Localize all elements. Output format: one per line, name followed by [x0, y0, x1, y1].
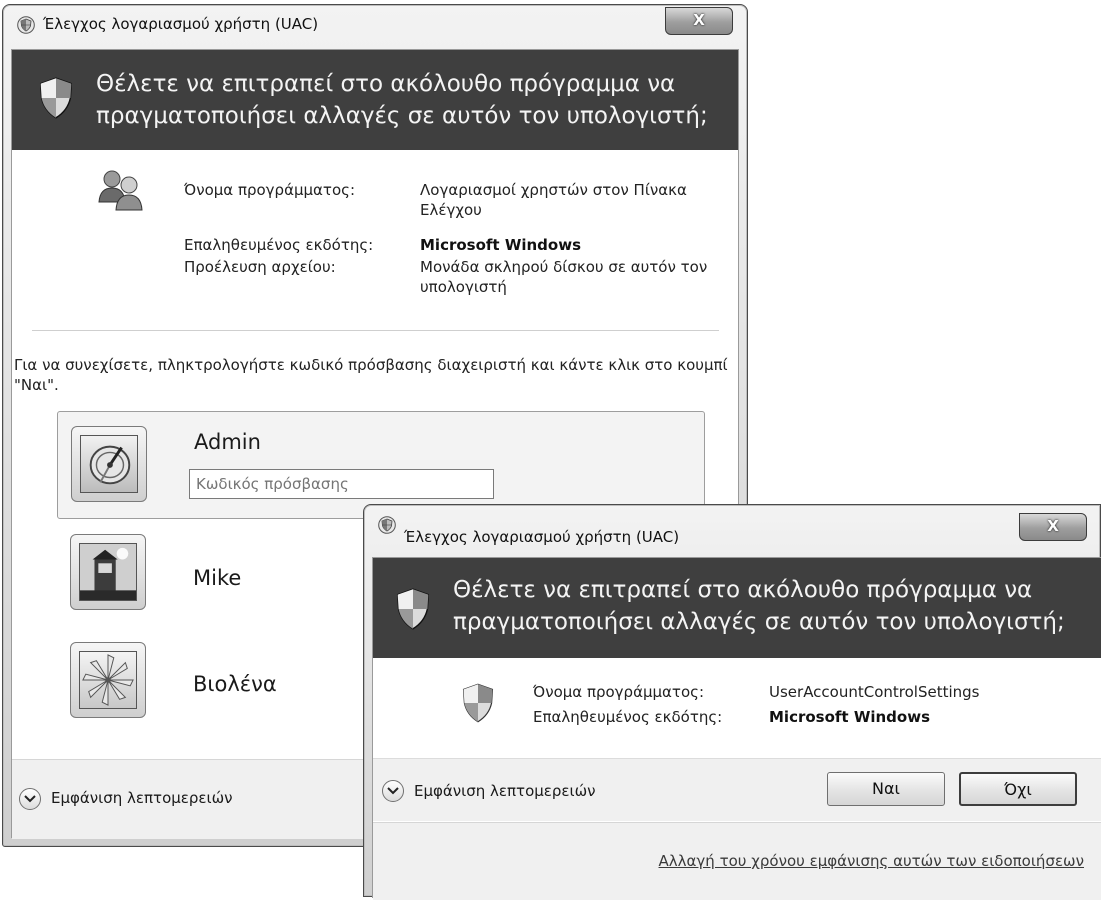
user-name: Mike [193, 566, 242, 590]
program-name-label: Όνομα προγράμματος: [533, 683, 704, 701]
chevron-down-icon[interactable] [19, 788, 41, 810]
avatar [70, 642, 146, 718]
title-bar[interactable]: Έλεγχος λογαριασμού χρήστη (UAC) X [364, 505, 1100, 546]
publisher-label: Επαληθευμένος εκδότης: [533, 708, 723, 726]
close-button[interactable]: X [665, 7, 733, 35]
user-accounts-icon [98, 170, 143, 211]
program-name-value: UserAccountControlSettings [769, 683, 980, 701]
uac-shield-icon [39, 77, 73, 119]
question-header: Θέλετε να επιτραπεί στο ακόλουθο πρόγραμ… [373, 558, 1101, 658]
uac-dialog-front: Έλεγχος λογαριασμού χρήστη (UAC) X Θέλετ… [363, 504, 1101, 900]
avatar [71, 426, 147, 502]
origin-label: Προέλευση αρχείου: [184, 258, 336, 276]
title-bar[interactable]: Έλεγχος λογαριασμού χρήστη (UAC) X [3, 5, 747, 45]
publisher-label: Επαληθευμένος εκδότης: [184, 236, 374, 254]
user-name: Βιολένα [193, 672, 277, 696]
link-area: Αλλαγή του χρόνου εμφάνισης αυτών των ει… [373, 822, 1101, 900]
close-button[interactable]: X [1019, 513, 1087, 541]
publisher-value: Microsoft Windows [420, 236, 582, 254]
dialog-client-area: Θέλετε να επιτραπεί στο ακόλουθο πρόγραμ… [372, 557, 1101, 900]
divider [32, 330, 719, 331]
question-text: Θέλετε να επιτραπεί στο ακόλουθο πρόγραμ… [96, 71, 708, 129]
button-area: Εμφάνιση λεπτομερειών Ναι Όχι [373, 759, 1101, 821]
chevron-down-icon[interactable] [382, 780, 404, 802]
window-title: Έλεγχος λογαριασμού χρήστη (UAC) [404, 528, 680, 546]
show-details-link[interactable]: Εμφάνιση λεπτομερειών [51, 789, 233, 807]
uac-shield-icon [378, 516, 396, 534]
windmill-avatar-icon [82, 654, 134, 706]
uac-shield-icon [462, 683, 494, 723]
compass-avatar-icon [89, 445, 131, 485]
user-name: Admin [194, 430, 261, 454]
user-item-admin[interactable]: Admin [57, 411, 705, 519]
change-notification-settings-link[interactable]: Αλλαγή του χρόνου εμφάνισης αυτών των ει… [659, 852, 1084, 870]
uac-shield-icon [17, 16, 35, 34]
password-input[interactable] [189, 469, 494, 499]
origin-value: Μονάδα σκληρού δίσκου σε αυτόν τον υπολο… [420, 258, 708, 296]
avatar [70, 534, 146, 610]
no-button[interactable]: Όχι [959, 772, 1077, 806]
lighthouse-avatar-icon [80, 544, 136, 600]
show-details-link[interactable]: Εμφάνιση λεπτομερειών [414, 782, 596, 800]
program-name-value: Λογαριασμοί χρηστών στον Πίνακα Ελέγχου [420, 181, 687, 219]
instruction-text: Για να συνεχίσετε, πληκτρολογήστε κωδικό… [14, 356, 728, 394]
question-header: Θέλετε να επιτραπεί στο ακόλουθο πρόγραμ… [12, 50, 738, 150]
program-name-label: Όνομα προγράμματος: [184, 181, 355, 199]
publisher-value: Microsoft Windows [769, 708, 931, 726]
window-title: Έλεγχος λογαριασμού χρήστη (UAC) [43, 15, 319, 33]
yes-button[interactable]: Ναι [827, 772, 945, 806]
question-text: Θέλετε να επιτραπεί στο ακόλουθο πρόγραμ… [453, 577, 1065, 635]
uac-shield-icon [396, 588, 430, 630]
